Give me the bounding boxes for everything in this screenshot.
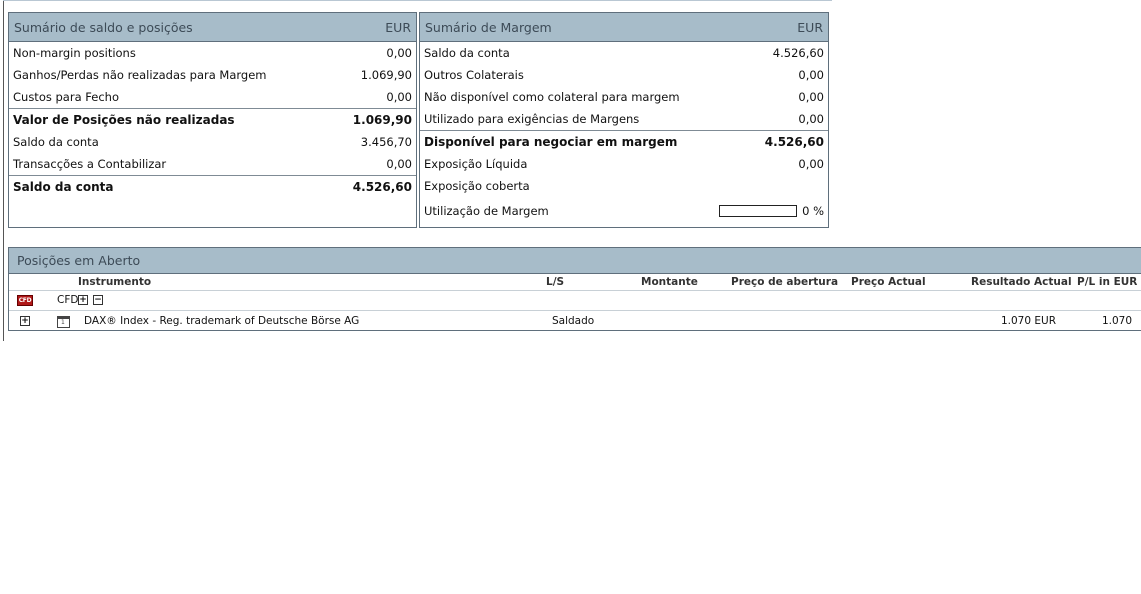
column-header-instrument[interactable]: Instrumento <box>78 276 151 288</box>
column-header-ls[interactable]: L/S <box>546 276 564 288</box>
row-label: Não disponível como colateral para marge… <box>424 90 680 104</box>
column-header-amount[interactable]: Montante <box>641 276 698 288</box>
margin-row-not-available-collateral: Não disponível como colateral para marge… <box>420 86 828 108</box>
position-status: Saldado <box>552 315 595 327</box>
margin-row-available-to-trade: Disponível para negociar em margem 4.526… <box>420 130 828 153</box>
margin-utilization-indicator: 0 % <box>719 204 824 218</box>
margin-row-account-balance: Saldo da conta 4.526,60 <box>420 42 828 64</box>
window-left-border <box>3 0 4 341</box>
margin-row-other-collateral: Outros Colaterais 0,00 <box>420 64 828 86</box>
column-header-open-price[interactable]: Preço de abertura <box>731 276 838 288</box>
row-value: 1.069,90 <box>360 68 412 82</box>
instrument-name[interactable]: DAX® Index - Reg. trademark of Deutsche … <box>84 315 359 327</box>
row-value: 4.526,60 <box>764 135 824 149</box>
row-label: Saldo da conta <box>424 46 510 60</box>
margin-row-net-exposure: Exposição Líquida 0,00 <box>420 153 828 175</box>
group-row-cfd: CFD CFD + − <box>9 291 1141 311</box>
collapse-all-button[interactable]: − <box>93 295 103 305</box>
balance-row-non-margin: Non-margin positions 0,00 <box>9 42 416 64</box>
margin-row-used-for-requirements: Utilizado para exigências de Margens 0,0… <box>420 108 828 130</box>
margin-summary-currency: EUR <box>797 19 823 35</box>
row-value: 4.526,60 <box>772 46 824 60</box>
group-label-cfd: CFD <box>57 294 79 306</box>
calendar-icon <box>57 316 70 328</box>
margin-row-covered-exposure: Exposição coberta <box>420 175 828 197</box>
balance-row-unrealized-margin: Ganhos/Perdas não realizadas para Margem… <box>9 64 416 86</box>
balance-row-closing-costs: Custos para Fecho 0,00 <box>9 86 416 108</box>
margin-summary-panel: Sumário de Margem EUR Saldo da conta 4.5… <box>419 12 829 228</box>
row-value: 4.526,60 <box>352 180 412 194</box>
expand-row-button[interactable]: + <box>20 316 30 326</box>
row-label: Utilização de Margem <box>424 203 549 218</box>
row-label: Transacções a Contabilizar <box>13 157 167 171</box>
cfd-icon: CFD <box>17 295 33 306</box>
table-row[interactable]: + DAX® Index - Reg. trademark of Deutsch… <box>9 311 1141 332</box>
row-label: Custos para Fecho <box>13 90 119 104</box>
row-value: 0,00 <box>798 112 824 126</box>
margin-utilization-bar <box>719 204 798 217</box>
column-header-current-price[interactable]: Preço Actual <box>851 276 926 288</box>
row-label: Non-margin positions <box>13 46 136 60</box>
balance-summary-panel: Sumário de saldo e posições EUR Non-marg… <box>8 12 417 228</box>
row-value: 0,00 <box>798 157 824 171</box>
margin-summary-header: Sumário de Margem EUR <box>420 13 828 42</box>
row-value: 0,00 <box>386 46 412 60</box>
balance-row-unrealized-positions-value: Valor de Posições não realizadas 1.069,9… <box>9 108 416 131</box>
margin-summary-title: Sumário de Margem <box>425 19 552 35</box>
current-result-value: 1.070 EUR <box>1000 315 1056 327</box>
row-value: 1.069,90 <box>352 113 412 127</box>
row-value: 0,00 <box>798 90 824 104</box>
row-label: Valor de Posições não realizadas <box>13 113 235 127</box>
pl-eur-value: 1.070 <box>1101 315 1132 327</box>
open-positions-column-headers: Instrumento L/S Montante Preço de abertu… <box>9 274 1141 291</box>
row-value: 0,00 <box>386 90 412 104</box>
row-label: Exposição Líquida <box>424 157 528 171</box>
balance-summary-currency: EUR <box>385 19 411 35</box>
row-label: Saldo da conta <box>13 180 114 194</box>
row-label: Utilizado para exigências de Margens <box>424 112 640 126</box>
row-label: Exposição coberta <box>424 179 530 193</box>
row-label: Outros Colaterais <box>424 68 524 82</box>
column-header-pl-eur[interactable]: P/L in EUR <box>1077 276 1137 288</box>
margin-utilization-value: 0 % <box>802 203 824 218</box>
column-header-current-result[interactable]: Resultado Actual <box>971 276 1072 288</box>
row-label: Disponível para negociar em margem <box>424 135 678 149</box>
expand-all-button[interactable]: + <box>78 295 88 305</box>
row-value: 3.456,70 <box>360 135 412 149</box>
balance-row-account-balance: Saldo da conta 3.456,70 <box>9 131 416 153</box>
balance-summary-title: Sumário de saldo e posições <box>14 19 193 35</box>
balance-summary-header: Sumário de saldo e posições EUR <box>9 13 416 42</box>
open-positions-header: Posições em Aberto <box>9 248 1141 274</box>
row-label: Saldo da conta <box>13 135 99 149</box>
open-positions-panel: Posições em Aberto Instrumento L/S Monta… <box>8 247 1141 331</box>
balance-row-account-total: Saldo da conta 4.526,60 <box>9 175 416 198</box>
row-label: Ganhos/Perdas não realizadas para Margem <box>13 68 267 82</box>
margin-row-utilization: Utilização de Margem 0 % <box>420 197 828 224</box>
open-positions-title: Posições em Aberto <box>17 253 141 268</box>
window-top-border <box>3 0 832 1</box>
row-value: 0,00 <box>798 68 824 82</box>
row-value: 0,00 <box>386 157 412 171</box>
balance-row-pending-transactions: Transacções a Contabilizar 0,00 <box>9 153 416 175</box>
